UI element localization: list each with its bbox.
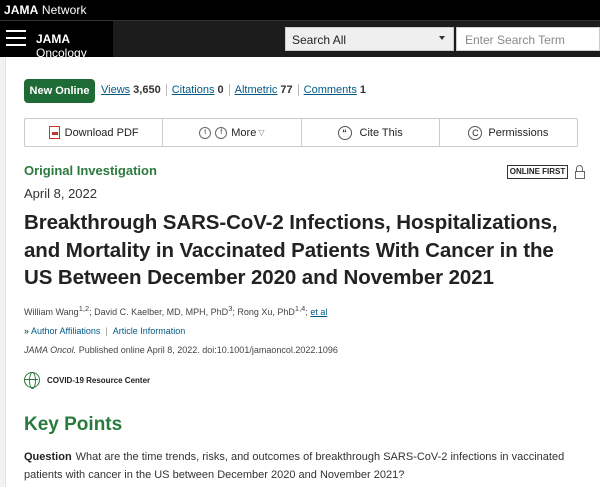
cite-this-label: Cite This — [359, 126, 403, 139]
author-name[interactable]: Rong Xu, PhD — [237, 307, 295, 317]
metric-value: 77 — [280, 84, 293, 96]
metric-label: Citations — [171, 84, 215, 96]
article-toolbar: Download PDF t f More ▽ “ Cite This C Pe… — [24, 118, 578, 147]
journal-title-bold: JAMA — [36, 32, 71, 46]
download-pdf-label: Download PDF — [64, 126, 139, 139]
question-text: What are the time trends, risks, and out… — [24, 451, 565, 481]
network-bar: JAMA Network — [0, 0, 600, 21]
metric-comments[interactable]: Comments 1 — [299, 84, 371, 96]
chevron-down-icon: ▽ — [258, 128, 265, 137]
permissions-button[interactable]: C Permissions — [440, 119, 577, 146]
chevron-down-icon — [439, 36, 445, 40]
article-type: Original Investigation — [24, 163, 157, 178]
cite-this-button[interactable]: “ Cite This — [302, 119, 440, 146]
link-divider: | — [105, 326, 108, 336]
question-label: Question — [24, 451, 72, 463]
search-placeholder: Enter Search Term — [465, 33, 565, 47]
search-input[interactable]: Enter Search Term — [456, 27, 600, 51]
covid-resource-center-link[interactable]: COVID-19 Resource Center — [24, 372, 151, 389]
search-scope-select[interactable]: Search All — [285, 27, 454, 51]
journal-abbreviation: JAMA Oncol. — [24, 345, 77, 355]
covid-resource-label: COVID-19 Resource Center — [47, 375, 151, 385]
metric-label: Altmetric — [234, 84, 278, 96]
facebook-icon[interactable]: f — [215, 126, 228, 139]
author-name[interactable]: David C. Kaelber, MD, MPH, PhD — [94, 307, 228, 317]
author-affiliation-sup: 1,2 — [78, 304, 90, 313]
article-title: Breakthrough SARS-CoV-2 Infections, Hosp… — [24, 211, 558, 289]
permissions-label: Permissions — [488, 126, 549, 139]
journal-title[interactable]: JAMA Oncology — [36, 32, 113, 60]
twitter-icon[interactable]: t — [199, 126, 212, 139]
online-first-badge: ONLINE FIRST — [507, 165, 568, 179]
article-information-link[interactable]: Article Information — [113, 326, 186, 336]
metric-label: Views — [101, 84, 131, 96]
network-brand-rest: Network — [38, 3, 87, 17]
author-affiliations-link[interactable]: Author Affiliations — [31, 326, 100, 336]
citation-line: JAMA Oncol. Published online April 8, 20… — [24, 345, 338, 355]
publication-date: April 8, 2022 — [24, 186, 97, 201]
metric-value: 0 — [217, 84, 224, 96]
quote-icon: “ — [337, 125, 352, 140]
metric-views[interactable]: Views 3,650 — [101, 84, 167, 96]
copyright-icon: C — [468, 125, 483, 140]
author-affiliation-sup: 1,4 — [294, 304, 306, 313]
scrollbar-strip[interactable] — [0, 57, 6, 487]
et-al-link[interactable]: et al — [310, 307, 327, 317]
globe-icon — [24, 372, 40, 389]
article-metrics: Views 3,650 Citations 0 Altmetric 77 Comments 1 — [101, 84, 371, 96]
author-affiliation-sup: 3 — [228, 304, 233, 313]
author-name[interactable]: William Wang — [24, 307, 79, 317]
metric-citations[interactable]: Citations 0 — [167, 84, 230, 96]
metric-label: Comments — [303, 84, 357, 96]
search-scope-value: Search All — [292, 33, 347, 47]
journal-title-rest: Oncology — [36, 46, 87, 60]
journal-header: JAMA Oncology Search All Enter Search Te… — [0, 21, 600, 60]
metric-altmetric[interactable]: Altmetric 77 — [230, 84, 299, 96]
key-points-question: Question What are the time trends, risks,… — [24, 448, 584, 484]
author-list: William Wang1,2; David C. Kaelber, MD, M… — [24, 304, 328, 317]
affiliation-links: » Author Affiliations | Article Information — [24, 326, 185, 336]
chevron-right-icon: » — [24, 326, 30, 336]
hamburger-menu-icon[interactable] — [6, 30, 26, 48]
jama-network-logo[interactable]: JAMA Network — [4, 3, 87, 17]
citation-details: Published online April 8, 2022. doi:10.1… — [76, 345, 338, 355]
unlock-icon — [575, 165, 585, 179]
download-pdf-button[interactable]: Download PDF — [25, 119, 164, 146]
pdf-icon — [48, 126, 60, 139]
journal-logo-block: JAMA Oncology — [0, 21, 113, 60]
key-points-heading: Key Points — [24, 414, 123, 435]
metric-value: 3,650 — [133, 84, 161, 96]
metric-value: 1 — [359, 84, 366, 96]
network-brand-bold: JAMA — [4, 3, 39, 17]
share-more-button[interactable]: t f More ▽ — [163, 119, 302, 146]
new-online-badge[interactable]: New Online — [24, 79, 95, 103]
more-label: More — [231, 126, 257, 139]
